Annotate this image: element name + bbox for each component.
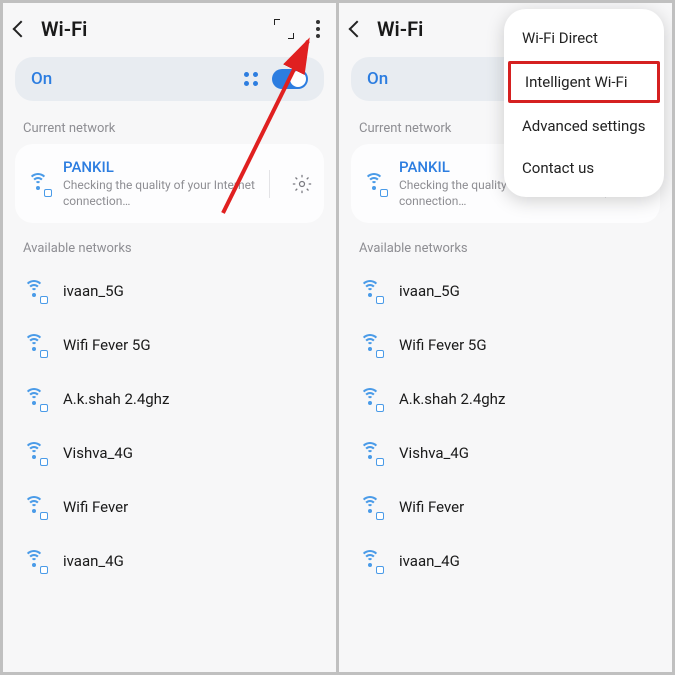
network-name: Wifi Fever 5G (63, 336, 151, 354)
page-title: Wi-Fi (41, 17, 260, 41)
network-name: A.k.shah 2.4ghz (399, 390, 505, 408)
wifi-secure-icon (359, 550, 381, 572)
network-name: ivaan_5G (63, 282, 124, 300)
wifi-secure-icon (23, 334, 45, 356)
list-item[interactable]: ivaan_5G (339, 264, 672, 318)
list-item[interactable]: Wifi Fever 5G (3, 318, 336, 372)
wifi-secure-icon (363, 173, 385, 195)
available-networks-list: ivaan_5G Wifi Fever 5G A.k.shah 2.4ghz V… (339, 264, 672, 588)
current-network-label: Current network (3, 113, 336, 144)
wifi-secure-icon (23, 388, 45, 410)
available-networks-list: ivaan_5G Wifi Fever 5G A.k.shah 2.4ghz V… (3, 264, 336, 588)
wifi-secure-icon (23, 496, 45, 518)
list-item[interactable]: Vishva_4G (3, 426, 336, 480)
network-name: Wifi Fever (399, 498, 464, 516)
back-icon[interactable] (349, 21, 366, 38)
network-name: ivaan_4G (399, 552, 460, 570)
menu-item-wifi-direct[interactable]: Wi-Fi Direct (504, 17, 664, 59)
list-item[interactable]: ivaan_5G (3, 264, 336, 318)
network-name: ivaan_4G (63, 552, 124, 570)
menu-item-intelligent-wifi[interactable]: Intelligent Wi-Fi (508, 61, 660, 103)
wifi-secure-icon (23, 550, 45, 572)
list-item[interactable]: Vishva_4G (339, 426, 672, 480)
menu-item-advanced-settings[interactable]: Advanced settings (504, 105, 664, 147)
current-network-card[interactable]: PANKIL Checking the quality of your Inte… (15, 144, 324, 223)
wifi-switch[interactable] (272, 69, 308, 89)
network-name: ivaan_5G (399, 282, 460, 300)
screen-wifi-main: Wi-Fi On Current network PANKIL Checking… (3, 3, 336, 672)
available-networks-label: Available networks (3, 233, 336, 264)
list-item[interactable]: A.k.shah 2.4ghz (339, 372, 672, 426)
list-item[interactable]: ivaan_4G (339, 534, 672, 588)
network-name: A.k.shah 2.4ghz (63, 390, 169, 408)
separator (269, 170, 270, 198)
menu-item-contact-us[interactable]: Contact us (504, 147, 664, 189)
toggle-label: On (31, 69, 244, 89)
wifi-secure-icon (359, 280, 381, 302)
grid-icon (244, 72, 258, 86)
header: Wi-Fi (3, 3, 336, 51)
wifi-secure-icon (23, 442, 45, 464)
wifi-secure-icon (359, 442, 381, 464)
more-options-icon[interactable] (312, 18, 324, 40)
list-item[interactable]: A.k.shah 2.4ghz (3, 372, 336, 426)
overflow-menu: Wi-Fi Direct Intelligent Wi-Fi Advanced … (504, 9, 664, 197)
list-item[interactable]: Wifi Fever (3, 480, 336, 534)
screen-wifi-menu: Wi-Fi On Current network PANKIL Checking… (339, 3, 672, 672)
wifi-secure-icon (359, 334, 381, 356)
available-networks-label: Available networks (339, 233, 672, 264)
network-name: Wifi Fever 5G (399, 336, 487, 354)
network-info: PANKIL Checking the quality of your Inte… (63, 158, 255, 209)
current-network-name: PANKIL (63, 158, 255, 176)
list-item[interactable]: Wifi Fever 5G (339, 318, 672, 372)
list-item[interactable]: Wifi Fever (339, 480, 672, 534)
qr-scan-icon[interactable] (274, 19, 294, 39)
wifi-secure-icon (23, 280, 45, 302)
current-network-status: Checking the quality of your Internet co… (63, 178, 255, 209)
network-name: Vishva_4G (63, 444, 133, 462)
wifi-secure-icon (359, 388, 381, 410)
network-name: Wifi Fever (63, 498, 128, 516)
wifi-secure-icon (359, 496, 381, 518)
wifi-toggle-row[interactable]: On (15, 57, 324, 101)
settings-gear-icon[interactable] (292, 174, 312, 194)
list-item[interactable]: ivaan_4G (3, 534, 336, 588)
header-actions (274, 18, 324, 40)
wifi-secure-icon (27, 173, 49, 195)
network-name: Vishva_4G (399, 444, 469, 462)
back-icon[interactable] (13, 21, 30, 38)
